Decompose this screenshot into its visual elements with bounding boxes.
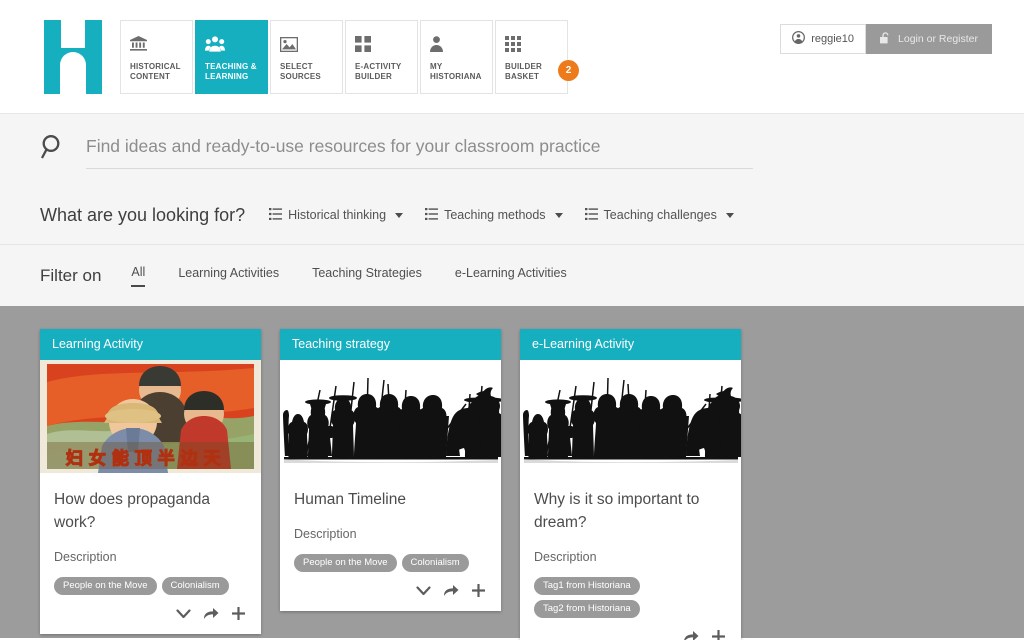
nav-tab-builder-basket[interactable]: BUILDER BASKET 2 bbox=[495, 20, 579, 94]
card-actions bbox=[534, 626, 727, 640]
card-thumbnail-crowd-silhouette[interactable] bbox=[520, 360, 741, 473]
login-label: Login or Register bbox=[898, 33, 978, 45]
card-actions bbox=[54, 603, 247, 626]
tag[interactable]: Tag2 from Historiana bbox=[534, 600, 640, 618]
dropdown-teaching-methods[interactable]: Teaching methods bbox=[425, 207, 563, 223]
card-thumbnail-propaganda-poster[interactable]: 妇 女 能 顶 半 边 天 bbox=[40, 360, 261, 473]
filter-option-e-learning-activities[interactable]: e-Learning Activities bbox=[455, 266, 567, 286]
share-icon[interactable] bbox=[684, 630, 699, 640]
nav-tab-label: TEACHING & LEARNING bbox=[205, 62, 257, 81]
nav-tab-my-historiana[interactable]: MY HISTORIANA bbox=[420, 20, 493, 94]
user-chip[interactable]: reggie10 bbox=[780, 24, 867, 54]
grid-2x2-icon bbox=[355, 33, 410, 55]
card-description: Description bbox=[294, 527, 357, 541]
main-navigation: HISTORICAL CONTENT TEACHING & LEARNING S… bbox=[120, 20, 579, 94]
plus-icon[interactable] bbox=[712, 630, 725, 640]
card-thumbnail-crowd-silhouette[interactable] bbox=[280, 360, 501, 473]
nav-tab-historical-content[interactable]: HISTORICAL CONTENT bbox=[120, 20, 193, 94]
dropdown-label: Teaching methods bbox=[444, 208, 546, 222]
list-icon bbox=[269, 207, 283, 223]
card-body: Why is it so important to dream? Descrip… bbox=[520, 473, 741, 640]
nav-tab-select-sources[interactable]: SELECT SOURCES bbox=[270, 20, 343, 94]
user-area: reggie10 Login or Register bbox=[780, 24, 992, 54]
card-title: Why is it so important to dream? bbox=[534, 491, 700, 531]
card-tags: People on the Move Colonialism bbox=[54, 577, 247, 595]
card-body: Human Timeline Description People on the… bbox=[280, 473, 501, 611]
tag[interactable]: People on the Move bbox=[54, 577, 157, 595]
bank-icon bbox=[130, 33, 185, 55]
historiana-logo[interactable] bbox=[44, 20, 102, 94]
share-icon[interactable] bbox=[444, 584, 459, 597]
logo-arch-cutout bbox=[60, 52, 86, 94]
list-icon bbox=[425, 207, 439, 223]
card-title: How does propaganda work? bbox=[54, 491, 210, 531]
nav-tab-label: SELECT SOURCES bbox=[280, 62, 321, 81]
chevron-down-icon bbox=[395, 212, 404, 218]
people-group-icon bbox=[205, 33, 260, 55]
looking-for-bar: What are you looking for? Historical thi… bbox=[0, 186, 1024, 245]
filter-option-all[interactable]: All bbox=[131, 265, 146, 287]
nav-tab-label: HISTORICAL CONTENT bbox=[130, 62, 181, 81]
card-tags: Tag1 from Historiana Tag2 from Historian… bbox=[534, 577, 727, 618]
result-card[interactable]: Learning Activity 妇 女 能 顶 半 边 天 How does… bbox=[40, 329, 261, 634]
filter-bar: Filter on All Learning Activities Teachi… bbox=[0, 245, 1024, 306]
card-body: How does propaganda work? Description Pe… bbox=[40, 473, 261, 634]
top-bar: HISTORICAL CONTENT TEACHING & LEARNING S… bbox=[0, 0, 1024, 113]
filter-option-learning-activities[interactable]: Learning Activities bbox=[178, 266, 279, 286]
filter-option-teaching-strategies[interactable]: Teaching Strategies bbox=[312, 266, 422, 286]
tag[interactable]: Tag1 from Historiana bbox=[534, 577, 640, 595]
basket-count-badge: 2 bbox=[558, 60, 579, 81]
username-label: reggie10 bbox=[811, 33, 855, 45]
chevron-down-icon[interactable] bbox=[416, 584, 431, 597]
person-icon bbox=[430, 33, 485, 55]
account-circle-icon bbox=[792, 31, 806, 47]
card-actions bbox=[294, 580, 487, 603]
tag[interactable]: People on the Move bbox=[294, 554, 397, 572]
search-input[interactable] bbox=[86, 131, 753, 169]
card-type-header: Teaching strategy bbox=[280, 329, 501, 360]
list-icon bbox=[584, 207, 598, 223]
search-bar bbox=[0, 113, 1024, 186]
card-description: Description bbox=[54, 550, 117, 564]
chevron-down-icon bbox=[725, 212, 734, 218]
chevron-down-icon bbox=[554, 212, 563, 218]
dropdown-teaching-challenges[interactable]: Teaching challenges bbox=[584, 207, 734, 223]
nav-tab-label: E-ACTIVITY BUILDER bbox=[355, 62, 402, 81]
card-description: Description bbox=[534, 550, 597, 564]
card-tags: People on the Move Colonialism bbox=[294, 554, 487, 572]
nav-tab-teaching-and-learning[interactable]: TEACHING & LEARNING bbox=[195, 20, 268, 94]
image-icon bbox=[280, 33, 335, 55]
tag[interactable]: Colonialism bbox=[401, 554, 469, 572]
grid-3x3-icon bbox=[505, 33, 560, 55]
result-card[interactable]: Teaching strategy Human Timeline Descrip… bbox=[280, 329, 501, 611]
nav-tab-e-activity-builder[interactable]: E-ACTIVITY BUILDER bbox=[345, 20, 418, 94]
dropdown-label: Historical thinking bbox=[288, 208, 387, 222]
share-icon[interactable] bbox=[204, 607, 219, 620]
filter-title: Filter on bbox=[40, 265, 102, 285]
nav-tab-label: BUILDER BASKET bbox=[505, 62, 542, 81]
plus-icon[interactable] bbox=[472, 584, 485, 597]
card-title: Human Timeline bbox=[294, 491, 406, 508]
nav-tab-label: MY HISTORIANA bbox=[430, 62, 482, 81]
unlock-icon bbox=[880, 31, 891, 47]
tag[interactable]: Colonialism bbox=[161, 577, 229, 595]
svg-text:妇 女 能 顶 半 边 天: 妇 女 能 顶 半 边 天 bbox=[65, 448, 222, 469]
search-icon[interactable] bbox=[40, 134, 66, 165]
dropdown-label: Teaching challenges bbox=[603, 208, 717, 222]
login-or-register-button[interactable]: Login or Register bbox=[866, 24, 992, 54]
dropdown-historical-thinking[interactable]: Historical thinking bbox=[269, 207, 404, 223]
result-card[interactable]: e-Learning Activity Why is it so importa… bbox=[520, 329, 741, 640]
plus-icon[interactable] bbox=[232, 607, 245, 620]
looking-for-title: What are you looking for? bbox=[40, 204, 246, 225]
card-type-header: e-Learning Activity bbox=[520, 329, 741, 360]
results-grid: Learning Activity 妇 女 能 顶 半 边 天 How does… bbox=[0, 306, 1024, 640]
card-type-header: Learning Activity bbox=[40, 329, 261, 360]
chevron-down-icon[interactable] bbox=[176, 607, 191, 620]
